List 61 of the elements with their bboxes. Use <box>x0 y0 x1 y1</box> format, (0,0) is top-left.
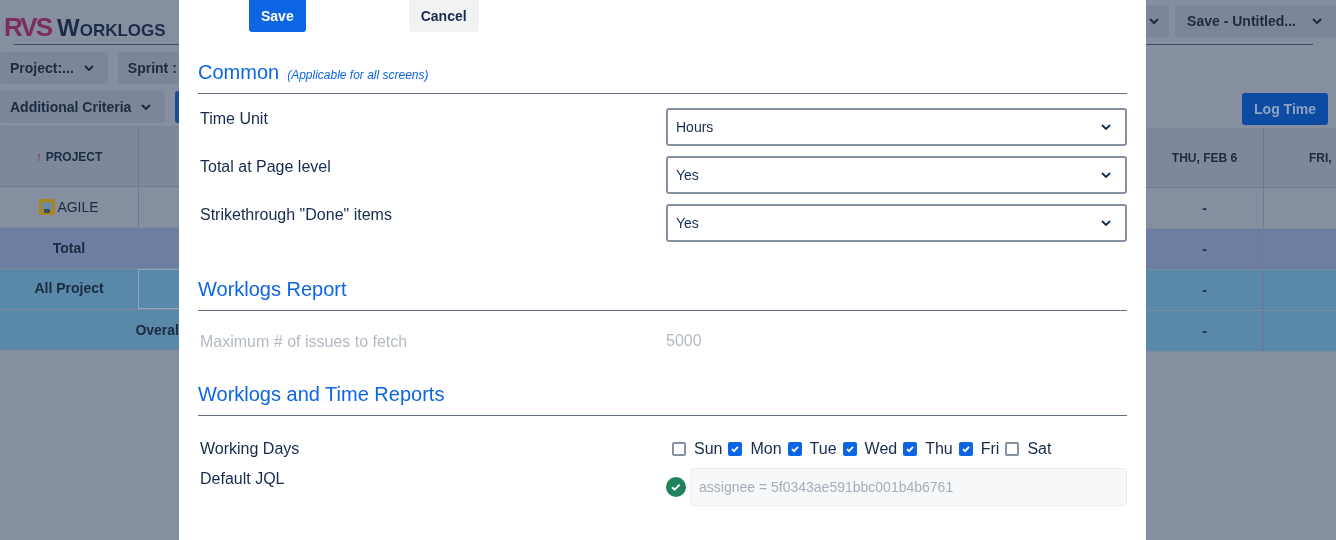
table-cell: - <box>1146 229 1264 269</box>
field-label: Time Unit <box>199 109 269 128</box>
app-title: Worklogs <box>57 14 166 42</box>
checkbox-label: Thu <box>925 440 953 458</box>
chevron-down-icon <box>1312 18 1322 24</box>
checkbox-label: Tue <box>809 440 837 458</box>
checkmark-icon <box>960 444 971 454</box>
log-time-button[interactable]: Log Time <box>1242 93 1328 125</box>
checkmark-icon <box>844 444 855 454</box>
checkmark-icon <box>730 444 741 454</box>
checkbox[interactable] <box>787 442 802 456</box>
checkbox[interactable] <box>1005 442 1020 456</box>
field-label: Working Days <box>199 440 301 458</box>
table-cell: - <box>1146 311 1264 351</box>
checkbox-label: Sun <box>694 440 723 458</box>
table-cell: - <box>1146 188 1264 228</box>
section-note: (Applicable for all screens) <box>287 68 429 82</box>
select-field[interactable]: Yes <box>666 156 1127 194</box>
checkbox-label: Sat <box>1027 440 1052 458</box>
checkbox[interactable] <box>728 442 743 456</box>
field-label: Maximum # of issues to fetch <box>199 332 409 351</box>
table-cell: AGILE <box>0 187 138 227</box>
field-label: Total at Page level <box>199 157 332 176</box>
project-avatar-icon <box>39 199 56 215</box>
section-heading: Worklogs and Time Reports <box>198 383 445 406</box>
logo-mark: RVS <box>4 12 51 43</box>
save-button[interactable]: Save <box>249 0 306 32</box>
chevron-down-icon <box>1101 220 1111 226</box>
table-cell-text: All Project <box>33 279 105 298</box>
chevron-down-icon <box>1149 18 1160 24</box>
dropdown-button[interactable] <box>1146 5 1170 37</box>
checkmark-icon <box>789 444 800 454</box>
criteria-dropdown[interactable]: Additional Criteria <box>0 91 166 123</box>
select-field[interactable]: Yes <box>666 204 1127 242</box>
field-label: Strikethrough "Done" items <box>199 205 393 224</box>
table-cell-text: Overal <box>134 321 179 340</box>
checkbox-label: Wed <box>864 440 898 458</box>
checkbox-label: Mon <box>750 440 782 458</box>
chevron-down-icon <box>83 65 94 71</box>
chevron-down-icon <box>1101 172 1111 178</box>
column-header[interactable]: FRI, <box>1264 128 1336 187</box>
cancel-button[interactable]: Cancel <box>408 0 479 32</box>
save-view-dropdown[interactable]: Save - Untitled... <box>1175 5 1336 37</box>
checkbox[interactable] <box>903 442 918 456</box>
chevron-down-icon <box>141 104 152 110</box>
filter-dropdown[interactable]: Sprint : <box>117 52 179 84</box>
checkbox[interactable] <box>672 442 686 456</box>
checkmark-icon <box>905 444 916 454</box>
table-cell-text: Total <box>51 239 87 258</box>
select-field[interactable]: Hours <box>666 108 1127 146</box>
field-value: 5000 <box>666 332 702 349</box>
column-header[interactable]: THU, FEB 6 <box>1146 128 1264 187</box>
checkbox[interactable] <box>842 442 857 456</box>
chevron-down-icon <box>1101 124 1111 130</box>
checkbox[interactable] <box>958 442 973 456</box>
table-cell: - <box>1146 270 1264 310</box>
section-heading: Worklogs Report <box>198 278 347 301</box>
checkbox-label: Fri <box>980 440 1000 458</box>
section-heading: Common <box>198 61 280 84</box>
field-label: Default JQL <box>199 469 286 488</box>
filter-dropdown[interactable]: Project:... <box>0 52 108 84</box>
